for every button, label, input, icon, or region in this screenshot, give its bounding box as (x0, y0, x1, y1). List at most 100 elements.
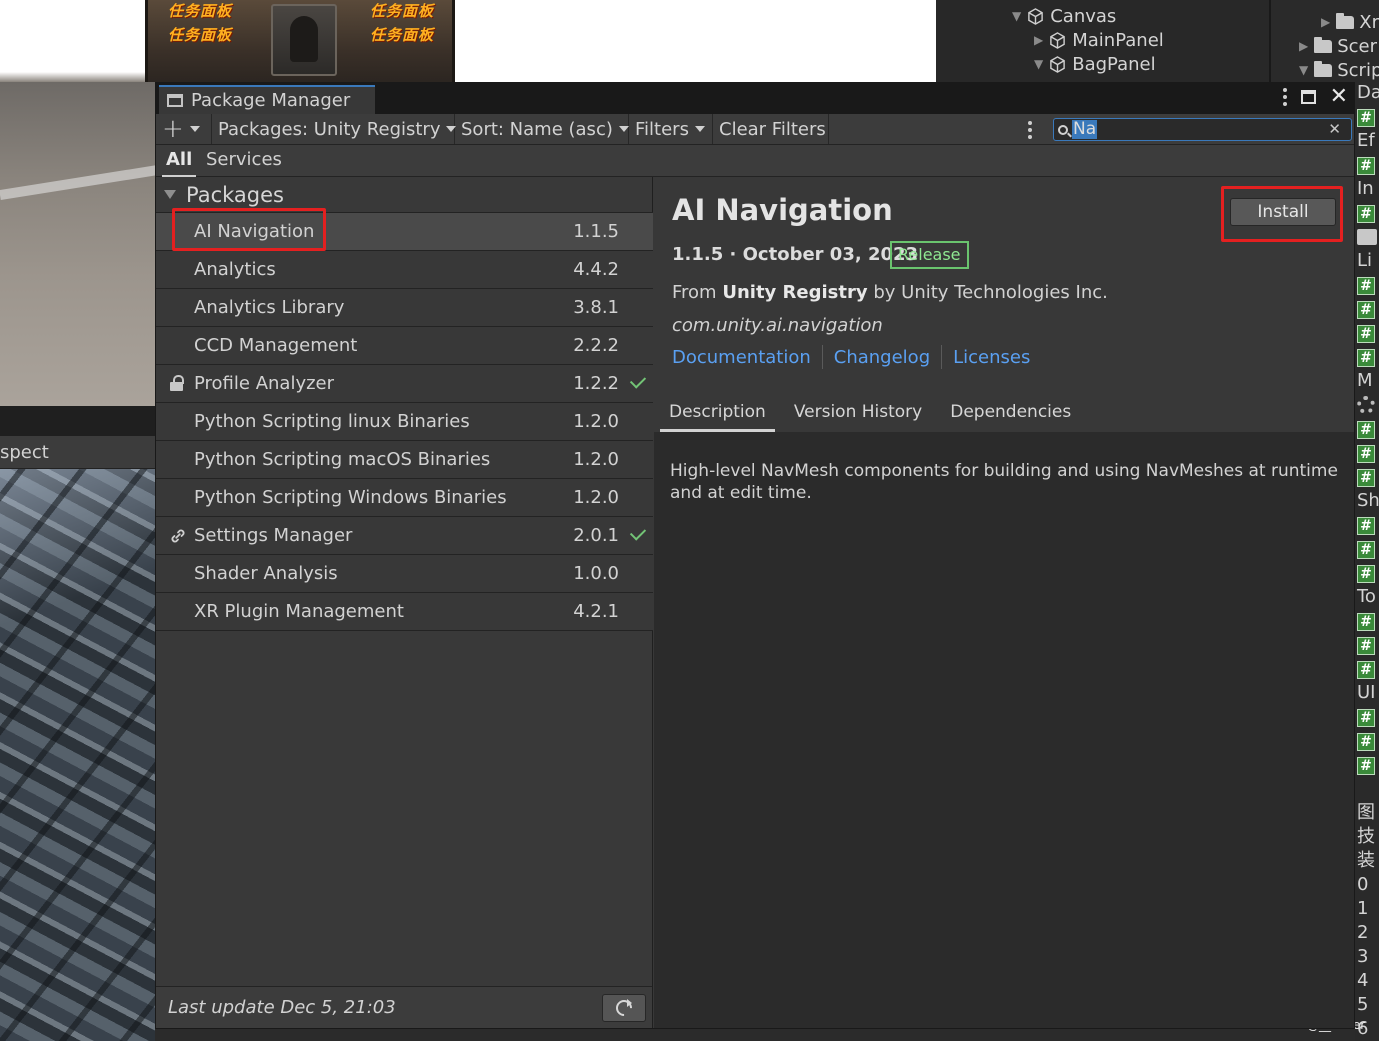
sort-dropdown[interactable]: Sort: Name (asc) (455, 114, 629, 144)
script-file-item[interactable]: # (1357, 298, 1379, 320)
project-folder-item[interactable]: 图 (1357, 802, 1379, 824)
project-folder-item[interactable]: To (1357, 586, 1379, 608)
project-folder-item[interactable]: 1 (1357, 898, 1379, 920)
package-row[interactable]: Analytics Library 3.8.1 (156, 289, 653, 327)
tab-dependencies[interactable]: Dependencies (941, 395, 1080, 432)
plus-icon: + (162, 114, 184, 144)
project-folder-label: 技 (1357, 826, 1375, 847)
changelog-link[interactable]: Changelog (834, 347, 930, 368)
hierarchy-item-mainpanel[interactable]: ▶ MainPanel (1034, 28, 1164, 52)
asset-item[interactable] (1357, 226, 1379, 248)
script-file-item[interactable]: # (1357, 514, 1379, 536)
collapsed-arrow-icon[interactable]: ▶ (1034, 33, 1043, 47)
package-row[interactable]: Analytics 4.4.2 (156, 251, 653, 289)
project-folder-item[interactable]: Da (1357, 82, 1379, 104)
package-row[interactable]: Settings Manager 2.0.1 (156, 517, 653, 555)
script-file-item[interactable]: # (1357, 610, 1379, 632)
script-file-item[interactable]: # (1357, 418, 1379, 440)
project-folder-item[interactable]: In (1357, 178, 1379, 200)
settings-asset-item[interactable] (1357, 394, 1379, 416)
project-folder-scripts[interactable]: ▼ Scrip (1299, 58, 1379, 82)
package-row[interactable]: Python Scripting linux Binaries 1.2.0 (156, 403, 653, 441)
expand-arrow-icon[interactable]: ▼ (1012, 9, 1021, 23)
project-folder-xr[interactable]: ▶ Xr (1321, 10, 1379, 34)
add-package-button[interactable]: + (156, 114, 212, 144)
filters-dropdown[interactable]: Filters (629, 114, 713, 144)
script-file-item[interactable]: # (1357, 106, 1379, 128)
window-titlebar: Package Manager ✕ (156, 83, 1354, 114)
script-file-item[interactable]: # (1357, 562, 1379, 584)
package-row[interactable]: CCD Management 2.2.2 (156, 327, 653, 365)
collapsed-arrow-icon[interactable]: ▶ (1321, 15, 1330, 29)
hierarchy-item-canvas[interactable]: ▼ Canvas (1012, 4, 1116, 28)
tab-description[interactable]: Description (660, 395, 775, 432)
package-row[interactable]: Profile Analyzer 1.2.2 (156, 365, 653, 403)
project-folder-item[interactable]: 5 (1357, 994, 1379, 1016)
script-file-item[interactable]: # (1357, 346, 1379, 368)
gameobject-cube-icon (1028, 7, 1044, 25)
tab-all[interactable]: All (162, 145, 197, 177)
screen: 任务面板 任务面板 任务面板 任务面板 spect ▼ Canvas ▶ Mai… (0, 0, 1379, 1041)
search-input[interactable]: Na ✕ (1053, 118, 1352, 141)
package-group-header[interactable]: Packages (156, 177, 653, 213)
licenses-link[interactable]: Licenses (953, 347, 1030, 368)
tab-version-history[interactable]: Version History (785, 395, 931, 432)
package-row[interactable]: Shader Analysis 1.0.0 (156, 555, 653, 593)
lock-icon (170, 375, 186, 393)
script-file-item[interactable]: # (1357, 274, 1379, 296)
csharp-script-icon: # (1357, 541, 1375, 559)
project-folder-scenes[interactable]: ▶ Scer (1299, 34, 1377, 58)
package-row[interactable]: XR Plugin Management 4.2.1 (156, 593, 653, 631)
installed-check-icon (629, 372, 647, 389)
script-file-item[interactable]: # (1357, 202, 1379, 224)
script-file-item[interactable]: # (1357, 730, 1379, 752)
installed-check-icon (629, 524, 647, 541)
packages-source-dropdown[interactable]: Packages: Unity Registry (212, 114, 457, 144)
project-folder-item[interactable]: Li (1357, 250, 1379, 272)
tab-services[interactable]: Services (202, 145, 286, 177)
script-file-item[interactable]: # (1357, 442, 1379, 464)
script-file-item[interactable]: # (1357, 466, 1379, 488)
collapsed-arrow-icon[interactable]: ▶ (1299, 39, 1308, 53)
toolbar-menu-icon[interactable] (1028, 121, 1032, 139)
package-row[interactable]: Python Scripting macOS Binaries 1.2.0 (156, 441, 653, 479)
maximize-icon[interactable] (1300, 90, 1316, 104)
expand-arrow-icon[interactable]: ▼ (1034, 57, 1043, 71)
documentation-link[interactable]: Documentation (672, 347, 811, 368)
expand-arrow-icon[interactable] (164, 190, 176, 199)
script-file-item[interactable]: # (1357, 538, 1379, 560)
clear-search-icon[interactable]: ✕ (1328, 119, 1341, 140)
script-file-item[interactable]: # (1357, 706, 1379, 728)
script-file-item[interactable]: # (1357, 754, 1379, 776)
window-menu-icon[interactable] (1282, 88, 1287, 106)
project-folder-label: 5 (1357, 994, 1369, 1015)
project-folder-item[interactable]: 4 (1357, 970, 1379, 992)
inspector-tab[interactable]: spect (0, 436, 155, 469)
package-row[interactable]: Python Scripting Windows Binaries 1.2.0 (156, 479, 653, 517)
hierarchy-item-bagpanel[interactable]: ▼ BagPanel (1034, 52, 1156, 76)
project-folder-item[interactable]: UI (1357, 682, 1379, 704)
close-icon[interactable]: ✕ (1330, 86, 1348, 108)
csharp-script-icon: # (1357, 109, 1375, 127)
project-folder-label: 图 (1357, 802, 1375, 823)
install-button[interactable]: Install (1230, 198, 1336, 226)
project-folder-item[interactable]: 0 (1357, 874, 1379, 896)
clear-filters-button[interactable]: Clear Filters (713, 114, 829, 144)
package-row[interactable]: AI Navigation 1.1.5 (156, 213, 653, 251)
project-folder-item[interactable]: 3 (1357, 946, 1379, 968)
refresh-button[interactable] (602, 994, 646, 1022)
project-folder-item[interactable]: 装 (1357, 850, 1379, 872)
script-file-item[interactable]: # (1357, 322, 1379, 344)
project-folder-item[interactable]: M (1357, 370, 1379, 392)
expand-arrow-icon[interactable]: ▼ (1299, 63, 1308, 77)
script-file-item[interactable]: # (1357, 154, 1379, 176)
project-folder-item[interactable]: 技 (1357, 826, 1379, 848)
script-file-item[interactable]: # (1357, 634, 1379, 656)
hierarchy-item-label: BagPanel (1072, 53, 1156, 75)
project-folder-item[interactable]: Sh (1357, 490, 1379, 512)
package-name: Analytics Library (194, 297, 345, 318)
window-tab[interactable]: Package Manager (159, 85, 375, 114)
project-folder-item[interactable]: Ef (1357, 130, 1379, 152)
project-folder-item[interactable]: 2 (1357, 922, 1379, 944)
script-file-item[interactable]: # (1357, 658, 1379, 680)
